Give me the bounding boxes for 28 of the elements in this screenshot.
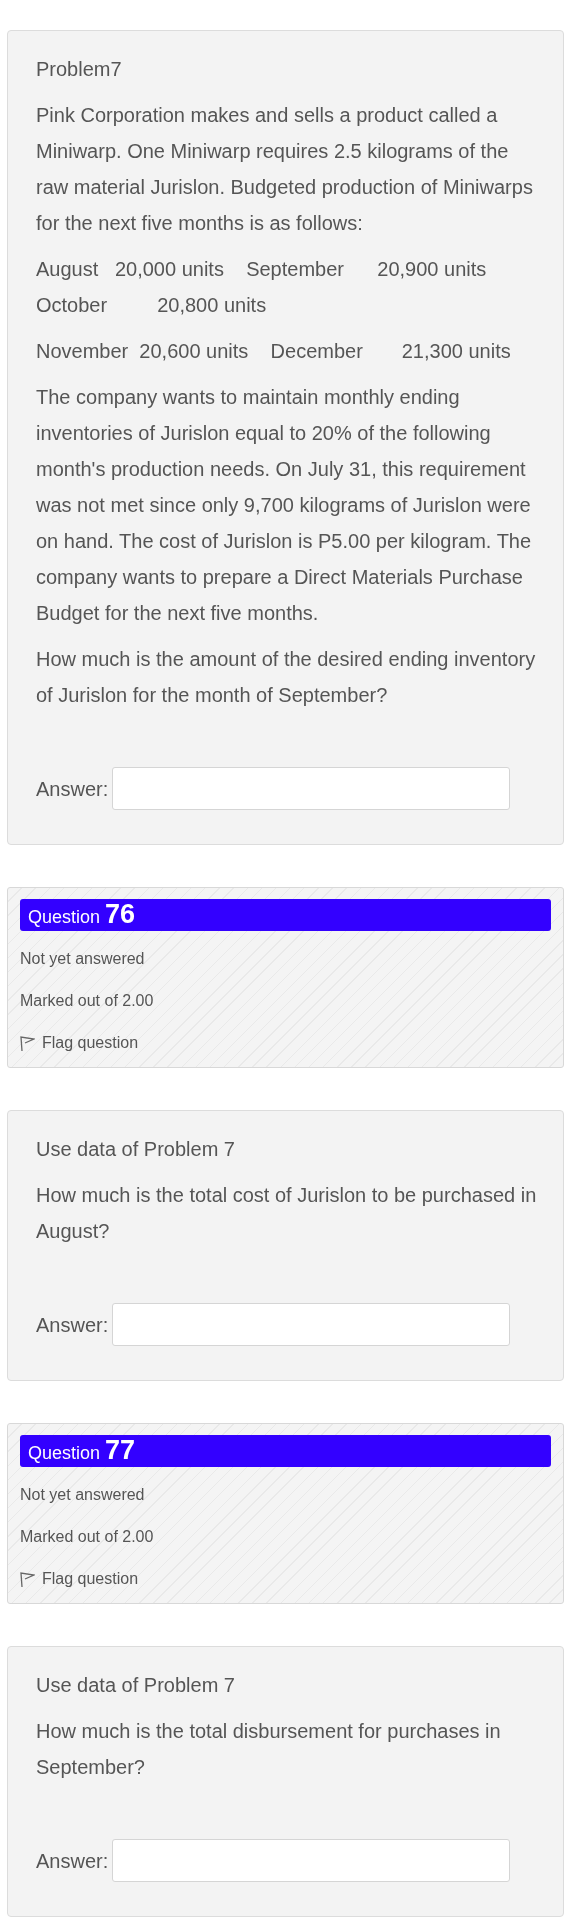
question-text: August 20,000 units September 20,900 units October 20,800 units xyxy=(36,257,488,318)
question-text: The company wants to maintain monthly ending inventories of Jurislon equal to 20% of the following month's production needs. On July 31, this requirement was not met since only 9,700 kilograms of Jurislon were on hand. The cost of Jurislon is P5.00 per kilogram. The company wants to prepare a Direct Materials Purchase Budget for the next five months. xyxy=(36,385,533,626)
marks-text: Marked out of 2.00 xyxy=(20,1527,155,1547)
question-text: Pink Corporation makes and sells a product called a Miniwarp. One Miniwarp requires 2.5 kilograms of the raw material Jurislon. Budgeted production of Miniwarps for the next five months is as follows: xyxy=(36,103,534,236)
question-text: Use data of Problem 7 xyxy=(36,1673,236,1698)
flag-icon xyxy=(20,1570,35,1588)
answer-label: Answer: xyxy=(36,776,109,802)
question-text: How much is the total disbursement for purchases in September? xyxy=(36,1719,502,1780)
answer-field[interactable] xyxy=(112,767,511,810)
flag-icon xyxy=(20,1034,35,1052)
question-text: Problem7 xyxy=(36,57,123,82)
marks-text: Marked out of 2.00 xyxy=(20,991,155,1011)
question-label: Question xyxy=(28,906,101,928)
question-text: Use data of Problem 7 xyxy=(36,1137,236,1162)
answer-status: Not yet answered xyxy=(20,1485,146,1505)
question-text: How much is the amount of the desired ending inventory of Jurislon for the month of September? xyxy=(36,647,537,708)
answer-field[interactable] xyxy=(112,1839,511,1882)
flag-question-link[interactable]: Flag question xyxy=(20,1567,139,1591)
answer-field[interactable] xyxy=(112,1303,511,1346)
question-number: 76 xyxy=(105,900,136,928)
flag-question-link[interactable]: Flag question xyxy=(20,1031,139,1055)
answer-label: Answer: xyxy=(36,1312,109,1338)
question-text: How much is the total cost of Jurislon to be purchased in August? xyxy=(36,1183,538,1244)
answer-status: Not yet answered xyxy=(20,949,146,969)
question-number: 77 xyxy=(105,1436,136,1464)
question-text: November 20,600 units December 21,300 units xyxy=(36,339,512,364)
question-label: Question xyxy=(28,1442,101,1464)
answer-label: Answer: xyxy=(36,1848,109,1874)
